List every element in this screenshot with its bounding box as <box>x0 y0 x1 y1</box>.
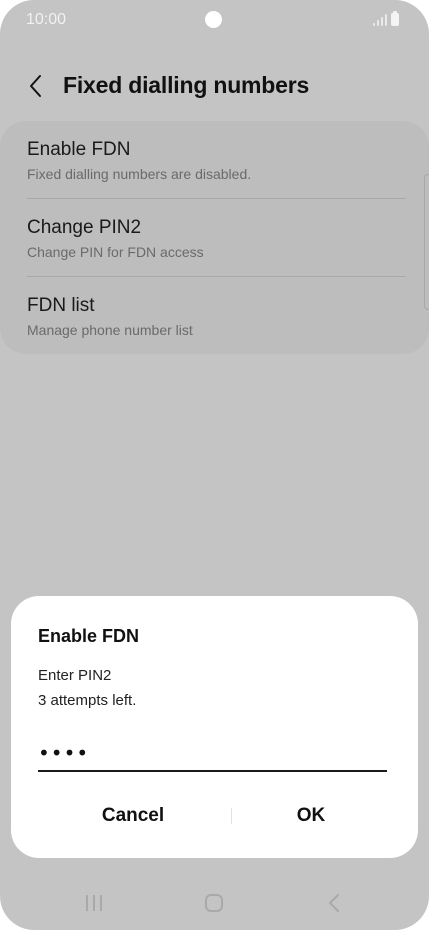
app-bar: Fixed dialling numbers <box>0 62 429 112</box>
status-bar: 10:00 <box>0 0 429 40</box>
recents-icon <box>86 895 102 911</box>
setting-subtitle: Change PIN for FDN access <box>27 244 204 260</box>
home-button[interactable] <box>194 888 234 918</box>
setting-title: FDN list <box>27 295 95 316</box>
nav-back-button[interactable] <box>314 888 354 918</box>
cancel-button[interactable]: Cancel <box>43 794 223 838</box>
device-screen: 10:00 Fixed dialling numbers Enable FDN … <box>0 0 429 930</box>
setting-fdn-list[interactable]: FDN list Manage phone number list <box>0 277 429 354</box>
setting-change-pin2[interactable]: Change PIN2 Change PIN for FDN access <box>0 199 429 276</box>
back-button[interactable] <box>18 66 52 106</box>
dialog-prompt: Enter PIN2 <box>38 667 112 684</box>
enable-fdn-dialog: Enable FDN Enter PIN2 3 attempts left. C… <box>11 596 418 858</box>
status-icons <box>373 11 403 28</box>
setting-enable-fdn[interactable]: Enable FDN Fixed dialling numbers are di… <box>0 121 429 198</box>
page-title: Fixed dialling numbers <box>63 72 310 98</box>
setting-title: Change PIN2 <box>27 217 142 238</box>
setting-title: Enable FDN <box>27 139 131 160</box>
dialog-title: Enable FDN <box>38 626 140 646</box>
battery-icon <box>391 11 399 26</box>
status-time: 10:00 <box>26 11 67 28</box>
scroll-indicator <box>424 174 429 310</box>
signal-icon <box>373 14 387 26</box>
back-icon <box>329 894 339 912</box>
recents-button[interactable] <box>74 888 114 918</box>
ok-button[interactable]: OK <box>221 794 401 838</box>
pin2-input[interactable] <box>38 736 387 772</box>
navigation-bar <box>0 880 429 930</box>
chevron-left-icon <box>30 75 41 97</box>
setting-subtitle: Fixed dialling numbers are disabled. <box>27 166 252 182</box>
home-icon <box>205 894 223 912</box>
attempts-left-text: 3 attempts left. <box>38 692 137 709</box>
setting-subtitle: Manage phone number list <box>27 322 193 338</box>
settings-card: Enable FDN Fixed dialling numbers are di… <box>0 121 429 354</box>
dialog-actions: Cancel OK <box>11 794 418 838</box>
front-camera <box>205 11 222 28</box>
